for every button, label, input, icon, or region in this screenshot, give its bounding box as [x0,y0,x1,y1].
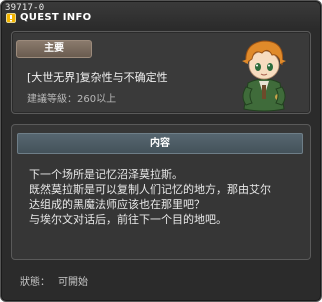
quest-description: 下一个场所是记忆沼泽莫拉斯。 既然莫拉斯是可以复制人们记忆的地方，那由艾尔 达组… [29,167,309,227]
description-line: 达组成的黑魔法师应该也在那里吧？ [29,198,205,211]
window-title: QUEST INFO [20,12,92,23]
level-requirement: 建議等級：260以上 [27,94,117,105]
description-line: 既然莫拉斯是可以复制人们记忆的地方，那由艾尔 [29,183,271,196]
quest-info-icon [6,13,16,23]
description-line: 下一个场所是记忆沼泽莫拉斯。 [29,168,183,181]
npc-portrait-icon [242,40,286,112]
description-line: 与埃尔文对话后，前往下一个目的地吧。 [29,213,227,226]
quest-type-badge: 主要 [16,40,92,58]
quest-name: [大世无界]复杂性与不确定性 [27,71,168,84]
status-label: 狀態： [20,277,50,288]
status-value: 可開始 [58,277,88,288]
title-bar[interactable]: 39717-0 QUEST INFO [2,2,320,29]
quest-status: 狀態： 可開始 [20,273,96,288]
content-header: 内容 [17,133,303,154]
